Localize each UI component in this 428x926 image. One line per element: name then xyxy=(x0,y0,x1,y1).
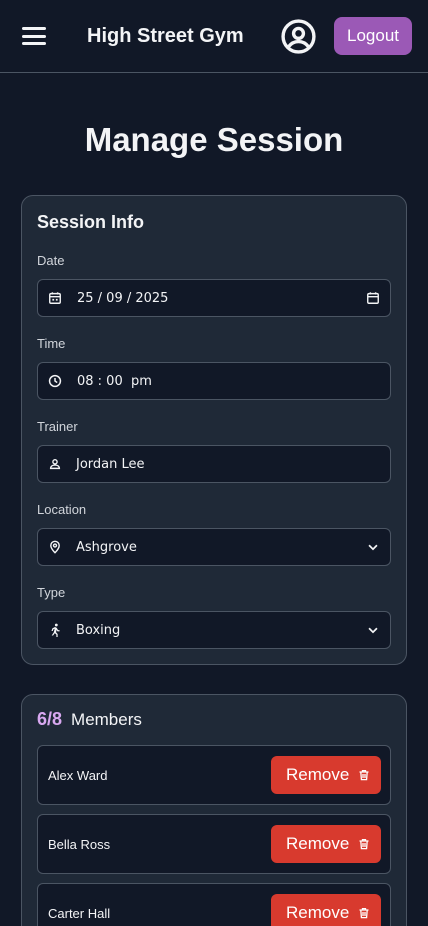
trainer-value: Jordan Lee xyxy=(76,456,145,472)
type-label: Type xyxy=(37,585,66,600)
logout-button[interactable]: Logout xyxy=(334,17,412,55)
members-label: Members xyxy=(71,710,142,729)
member-name: Alex Ward xyxy=(48,767,108,783)
members-count: 6/8 xyxy=(37,709,63,729)
members-card: 6/8 Members Alex Ward Remove Bella Ross … xyxy=(21,694,407,926)
trash-icon xyxy=(359,769,369,781)
chevron-down-icon[interactable] xyxy=(366,540,380,554)
session-info-card: Session Info Date 25 / 09 / 2025 Time 08… xyxy=(21,195,407,665)
time-value: 08 : 00 pm xyxy=(77,373,152,389)
trainer-field: Trainer Jordan Lee xyxy=(37,419,391,483)
member-row: Bella Ross Remove xyxy=(37,814,391,874)
members-header: 6/8 Members xyxy=(37,709,391,733)
member-name: Carter Hall xyxy=(48,905,111,921)
type-field: Type Boxing xyxy=(37,585,391,649)
date-value: 25 / 09 / 2025 xyxy=(77,290,169,306)
location-label: Location xyxy=(37,502,87,517)
chevron-down-icon[interactable] xyxy=(366,623,380,637)
location-field: Location Ashgrove xyxy=(37,502,391,566)
remove-member-button[interactable]: Remove xyxy=(271,756,381,794)
clock-icon xyxy=(48,374,62,388)
time-input[interactable]: 08 : 00 pm xyxy=(37,362,391,400)
member-row: Carter Hall Remove xyxy=(37,883,391,926)
remove-member-button[interactable]: Remove xyxy=(271,825,381,863)
trash-icon xyxy=(359,838,369,850)
location-select[interactable]: Ashgrove xyxy=(37,528,391,566)
calendar-icon xyxy=(49,292,61,304)
map-pin-icon xyxy=(50,540,60,554)
page-title: Manage Session xyxy=(84,121,344,158)
trainer-input[interactable]: Jordan Lee xyxy=(37,445,391,483)
time-field: Time 08 : 00 pm xyxy=(37,336,391,400)
type-select[interactable]: Boxing xyxy=(37,611,391,649)
remove-label: Remove xyxy=(286,765,350,784)
hamburger-icon[interactable] xyxy=(22,27,46,45)
trash-icon xyxy=(359,907,369,919)
time-label: Time xyxy=(37,336,66,351)
member-row: Alex Ward Remove xyxy=(37,745,391,805)
member-name: Bella Ross xyxy=(48,836,111,852)
app-header: High Street Gym Logout xyxy=(0,0,428,73)
date-field: Date 25 / 09 / 2025 xyxy=(37,253,391,317)
remove-label: Remove xyxy=(286,834,350,853)
calendar-picker-icon[interactable] xyxy=(366,291,380,305)
trainer-label: Trainer xyxy=(37,419,78,434)
date-input[interactable]: 25 / 09 / 2025 xyxy=(37,279,391,317)
session-info-title: Session Info xyxy=(37,212,145,232)
user-circle-icon[interactable] xyxy=(280,18,317,55)
remove-member-button[interactable]: Remove xyxy=(271,894,381,926)
app-title: High Street Gym xyxy=(87,24,244,47)
location-value: Ashgrove xyxy=(76,539,137,555)
running-person-icon xyxy=(51,623,60,637)
remove-label: Remove xyxy=(286,903,350,922)
date-label: Date xyxy=(37,253,65,268)
person-icon xyxy=(49,459,61,470)
type-value: Boxing xyxy=(76,622,121,638)
